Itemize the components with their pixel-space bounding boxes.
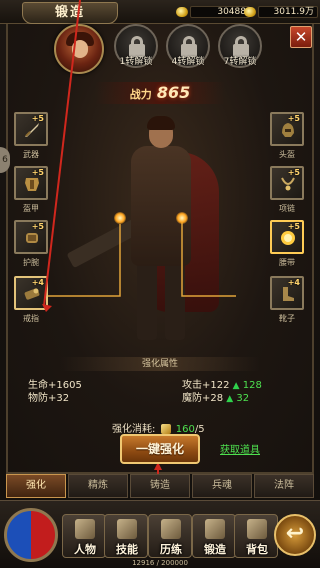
bracer-icon [26, 233, 38, 243]
page-title: 锻造 [22, 2, 118, 24]
ingot-icon [244, 6, 256, 17]
forge-screen: 锻造 30488 3011.9万 ✕ 1转解锁 4转解锁 7转解锁 战力 865… [0, 0, 320, 568]
nav-label: 背包 [246, 543, 268, 556]
lock-label-1: 1转解锁 [119, 57, 153, 67]
power-label: 战力 [129, 88, 152, 101]
attr-mdef-row: 魔防+28 ▲ 32 [182, 389, 249, 404]
lock-label-2: 4转解锁 [171, 57, 205, 67]
hero-leg [165, 262, 185, 340]
sword-icon [25, 123, 39, 137]
slot-label: 项链 [279, 204, 295, 213]
nav-label: 人物 [74, 543, 96, 556]
slot-label: 腰带 [279, 258, 295, 267]
slot-label: 护腕 [23, 258, 39, 267]
slot-helmet[interactable]: +5 [270, 112, 304, 146]
character-icon [75, 519, 95, 539]
hp-mp-orb [4, 508, 58, 562]
back-arrow-button[interactable]: ↩ [274, 514, 316, 556]
slot-label: 戒指 [23, 314, 39, 323]
forge-tabs: 强化 精炼 铸造 兵魂 法阵 [6, 474, 314, 500]
slot-plus: +5 [287, 222, 300, 231]
nav-forge[interactable]: 锻造 [192, 514, 236, 558]
glow-point [114, 212, 126, 224]
ring-icon [24, 288, 40, 300]
combat-power: 战力 865 [95, 82, 225, 104]
slot-plus: +4 [31, 278, 44, 287]
slot-label: 武器 [23, 150, 39, 159]
slot-necklace[interactable]: +5 [270, 166, 304, 200]
nav-label: 技能 [116, 543, 138, 556]
one-click-upgrade-button[interactable]: 一键强化 [120, 434, 200, 464]
hero-portrait[interactable] [54, 24, 104, 74]
power-value: 865 [156, 83, 191, 102]
skill-book-icon [117, 519, 137, 539]
attr-mdef: 魔防+28 [182, 393, 224, 404]
training-icon [161, 519, 181, 539]
tab-enhance[interactable]: 强化 [6, 474, 66, 498]
upgrade-cost: 强化消耗: 160/5 [112, 420, 205, 435]
lock-label-3: 7转解锁 [223, 57, 257, 67]
slot-plus: +5 [287, 114, 300, 123]
glow-point [176, 212, 188, 224]
slot-plus: +4 [287, 278, 300, 287]
arrow-up-icon: ▲ [226, 394, 234, 404]
ingot-display: 3011.9万 [244, 5, 318, 19]
anvil-icon [205, 519, 225, 539]
hero-leg [137, 262, 157, 340]
hero-hair [147, 116, 175, 130]
attr-pdef: 物防+32 [28, 393, 70, 404]
slot-plus: +5 [31, 114, 44, 123]
close-button[interactable]: ✕ [290, 26, 312, 48]
attr-mdef-gain: 32 [236, 393, 250, 404]
slot-label: 头盔 [279, 150, 295, 159]
tab-cast[interactable]: 铸造 [130, 474, 190, 498]
nav-character[interactable]: 人物 [62, 514, 106, 558]
boots-icon [283, 287, 294, 301]
slot-plus: +5 [287, 168, 300, 177]
gold-icon [176, 6, 188, 17]
necklace-icon [281, 177, 295, 191]
get-items-link[interactable]: 获取道具 [220, 441, 260, 456]
ingot-value: 3011.9万 [258, 5, 318, 18]
nav-label: 锻造 [204, 543, 226, 556]
nav-skills[interactable]: 技能 [104, 514, 148, 558]
tab-array[interactable]: 法阵 [254, 474, 314, 498]
hero-body [131, 146, 191, 266]
belt-icon [281, 231, 295, 245]
slot-plus: +5 [31, 168, 44, 177]
slot-armor[interactable]: +5 [14, 166, 48, 200]
portrait-face [72, 40, 88, 58]
slot-ring[interactable]: +4 [14, 276, 48, 310]
slot-label: 盔甲 [23, 204, 39, 213]
gold-value: 30488 [190, 5, 250, 18]
slot-label: 靴子 [279, 314, 295, 323]
nav-bag[interactable]: 背包 [234, 514, 278, 558]
attributes-title: 强化属性 [60, 357, 260, 371]
top-bar: 锻造 30488 3011.9万 [0, 0, 320, 24]
hero-character [66, 112, 225, 342]
slot-belt[interactable]: +5 [270, 220, 304, 254]
slot-plus: +5 [31, 222, 44, 231]
tab-refine[interactable]: 精炼 [68, 474, 128, 498]
forge-stone-icon [160, 424, 171, 434]
slot-weapon[interactable]: +5 [14, 112, 48, 146]
slot-bracer[interactable]: +5 [14, 220, 48, 254]
nav-training[interactable]: 历练 [148, 514, 192, 558]
cost-need: 5 [198, 424, 205, 435]
armor-icon [25, 178, 39, 191]
gold-display: 30488 [176, 5, 250, 19]
nav-label: 历练 [160, 543, 182, 556]
tab-weapon-soul[interactable]: 兵魂 [192, 474, 252, 498]
helmet-icon [282, 123, 294, 137]
bag-icon [247, 519, 267, 539]
slot-boots[interactable]: +4 [270, 276, 304, 310]
xp-readout: 12916 / 200000 [132, 559, 188, 567]
